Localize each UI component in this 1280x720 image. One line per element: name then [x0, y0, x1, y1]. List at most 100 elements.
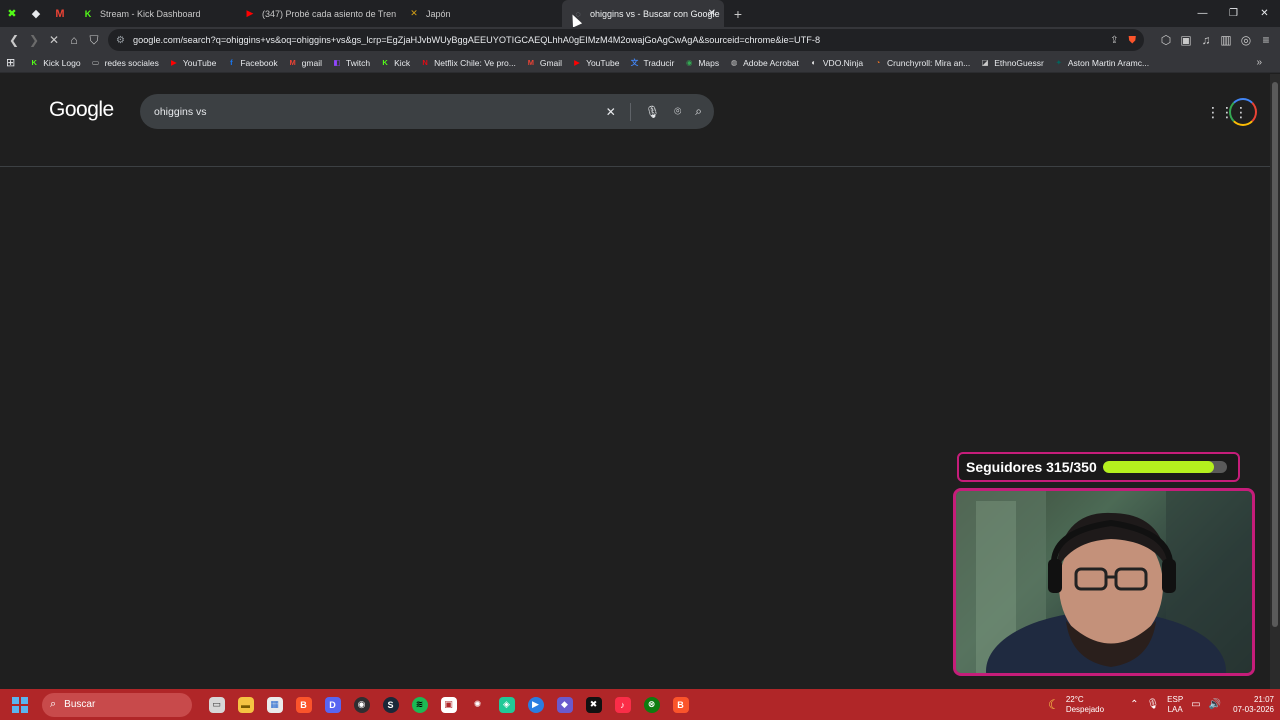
close-window-icon[interactable]: ✕ [1249, 0, 1280, 27]
store-icon[interactable]: ▦ [260, 689, 289, 720]
chatgpt-icon[interactable]: ✺ [463, 689, 492, 720]
microphone-icon[interactable]: 🎙 [1146, 699, 1159, 710]
terminal-icon[interactable]: ✖ [579, 689, 608, 720]
blue-app-icon[interactable]: ▶ [521, 689, 550, 720]
brave-nightly-icon[interactable]: B [666, 689, 695, 720]
back-icon[interactable]: ❮ [4, 27, 24, 53]
tab-japon[interactable]: ✕ Japón [398, 0, 562, 27]
brave-browser-icon[interactable]: B [289, 689, 318, 720]
language-indicator[interactable]: ESP LAA [1167, 695, 1183, 715]
bookmark-item[interactable]: ◔ Crunchyroll: Mira an... [873, 58, 970, 68]
google-logo[interactable]: Google [49, 98, 114, 122]
pinned-tab-kick[interactable]: ✖ [0, 0, 24, 27]
network-icon[interactable]: ▭ [1191, 699, 1200, 710]
bookmark-item[interactable]: ▶ YouTube [169, 58, 216, 68]
vdo-ninja-icon: ◐ [811, 58, 817, 67]
minimize-icon[interactable]: — [1187, 0, 1218, 27]
bookmark-label: Traducir [643, 57, 675, 68]
bookmark-item[interactable]: ◧ Twitch [332, 58, 370, 68]
bookmark-item[interactable]: ◉ Maps [684, 58, 719, 68]
apps-grid-icon[interactable]: ⊞ [6, 56, 15, 69]
bookmark-item[interactable]: K Kick Logo [29, 58, 81, 68]
page-scrollbar[interactable] [1270, 74, 1280, 689]
more-bookmarks-icon[interactable]: » [1256, 57, 1262, 68]
sidebar-icon[interactable]: ▥ [1216, 27, 1236, 53]
bookmark-item[interactable]: f Facebook [226, 58, 278, 68]
file-explorer-icon[interactable]: ▬ [231, 689, 260, 720]
bookmark-item[interactable]: M Gmail [526, 58, 562, 68]
share-icon[interactable]: ⇪ [1110, 35, 1118, 46]
account-avatar[interactable] [1229, 98, 1257, 126]
search-icon[interactable]: ⌕ [695, 104, 702, 119]
volume-icon[interactable]: 🔊 [1209, 699, 1221, 710]
followers-goal-widget: Seguidores 315/350 [957, 452, 1240, 482]
bookmark-item[interactable]: N Netflix Chile: Ve pro... [420, 58, 515, 68]
clock[interactable]: 21:07 07-03-2026 [1233, 695, 1274, 715]
system-tray: ☾ 22°C Despejado ⌃ 🎙 ESP LAA ▭ 🔊 21:07 0… [1048, 689, 1274, 720]
pinned-tab-extension[interactable]: ◆ [24, 0, 48, 27]
music-app-icon[interactable]: ♪ [608, 689, 637, 720]
scrollbar-thumb[interactable] [1272, 82, 1278, 627]
bookmark-item[interactable]: Mgmail [288, 58, 322, 68]
green-app-icon[interactable]: ◈ [492, 689, 521, 720]
bookmark-item[interactable]: 文 Traducir [629, 57, 675, 68]
bookmark-item[interactable]: ◪ EthnoGuessr [980, 58, 1044, 68]
bookmark-item[interactable]: ✦ Aston Martin Aramc... [1054, 58, 1149, 68]
bookmark-item[interactable]: ◐ VDO.Ninja [809, 58, 863, 68]
start-button[interactable] [0, 689, 40, 720]
new-tab-button[interactable]: + [724, 6, 752, 22]
stop-loading-icon[interactable]: ✕ [44, 27, 64, 53]
steam-icon[interactable]: S [376, 689, 405, 720]
tab-youtube[interactable]: ▶ (347) Probé cada asiento de Tren - Yo [234, 0, 398, 27]
discord-icon[interactable]: D [318, 689, 347, 720]
wallet-icon[interactable]: ▣ [1176, 27, 1196, 53]
bookmark-item[interactable]: ▶ YouTube [572, 58, 619, 68]
search-box[interactable]: ohiggins vs ✕ 🎙 ⌾ ⌕ [140, 94, 714, 129]
brave-shield-icon[interactable]: ⛊ [1129, 35, 1137, 46]
menu-icon[interactable]: ≡ [1256, 27, 1276, 53]
tab-google-search[interactable]: ◌ ohiggins vs - Buscar con Google ✕ [562, 0, 724, 27]
xbox-icon[interactable]: ⊗ [637, 689, 666, 720]
obs-icon[interactable]: ◉ [347, 689, 376, 720]
globe-icon: ◍ [730, 58, 738, 67]
address-bar[interactable]: ⚙ google.com/search?q=ohiggins+vs&oq=ohi… [108, 29, 1144, 51]
tab-kick-dashboard[interactable]: K Stream - Kick Dashboard [72, 0, 234, 27]
home-icon[interactable]: ⌂ [64, 27, 84, 53]
chevron-up-icon[interactable]: ⌃ [1130, 699, 1138, 710]
bookmark-icon[interactable]: ⛉ [84, 27, 104, 53]
capture-icon[interactable]: ▣ [434, 689, 463, 720]
lens-icon[interactable]: ⌾ [674, 104, 681, 119]
url-text[interactable]: google.com/search?q=ohiggins+vs&oq=ohigg… [133, 35, 820, 45]
weather-widget[interactable]: ☾ 22°C Despejado [1048, 695, 1104, 715]
clear-icon[interactable]: ✕ [606, 105, 616, 119]
diamond-icon: ◆ [31, 8, 41, 20]
taskbar-search[interactable]: ⌕ Buscar [42, 692, 192, 717]
microphone-icon[interactable]: 🎙 [645, 105, 660, 119]
forward-icon[interactable]: ❯ [24, 27, 44, 53]
bookmark-item[interactable]: ▭ redes sociales [91, 58, 159, 68]
search-input[interactable]: ohiggins vs [154, 106, 207, 118]
crunchyroll-icon: ◔ [875, 58, 881, 67]
gmail-icon: M [289, 58, 296, 67]
kick-icon: ✖ [7, 8, 17, 20]
purple-app-icon[interactable]: ◆ [550, 689, 579, 720]
spotify-icon[interactable]: ≋ [405, 689, 434, 720]
bookmark-label: YouTube [182, 57, 217, 68]
lang-top: ESP [1167, 694, 1184, 704]
vpn-icon[interactable]: ◎ [1236, 27, 1256, 53]
bookmark-item[interactable]: K Kick [380, 58, 410, 68]
close-tab-icon[interactable]: ✕ [708, 8, 716, 19]
extensions-icon[interactable]: ⬡ [1156, 27, 1176, 53]
site-settings-icon[interactable]: ⚙ [116, 35, 125, 46]
kick-icon: K [382, 58, 388, 67]
music-icon[interactable]: ♫ [1196, 27, 1216, 53]
header-divider [0, 166, 1270, 167]
translate-icon: 文 [630, 58, 639, 67]
pinned-tab-gmail[interactable]: M [48, 0, 72, 27]
clock-date: 07-03-2026 [1233, 704, 1274, 714]
bookmark-label: redes sociales [104, 57, 159, 68]
youtube-icon: ▶ [574, 58, 580, 67]
bookmark-item[interactable]: ◍ Adobe Acrobat [729, 58, 799, 68]
restore-icon[interactable]: ❐ [1218, 0, 1249, 27]
task-view-icon[interactable]: ▭ [202, 689, 231, 720]
